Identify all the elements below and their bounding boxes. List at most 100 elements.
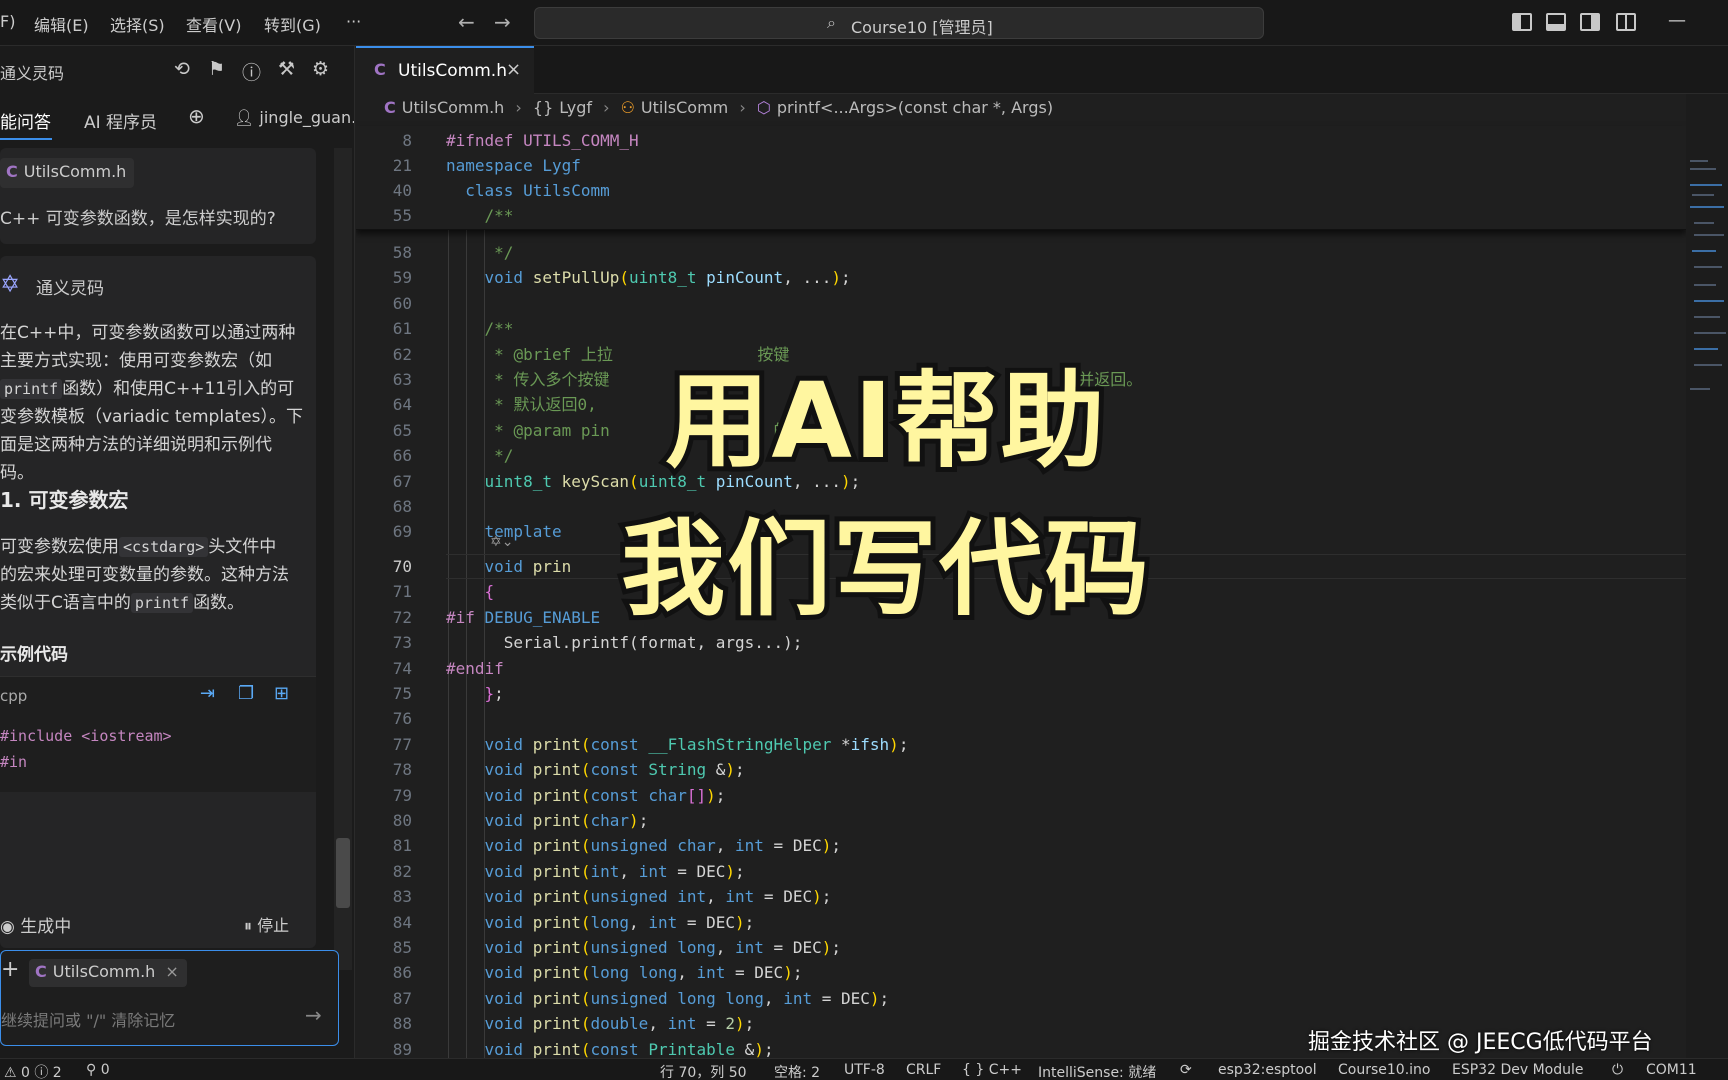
status-sketch[interactable]: Course10.ino bbox=[1338, 1062, 1430, 1078]
code-line[interactable]: 81 void print(unsigned char, int = DEC); bbox=[356, 833, 1686, 858]
code-text: void print(unsigned long long, int = DEC… bbox=[484, 988, 890, 1008]
code-line[interactable]: 79 void print(const char[]); bbox=[356, 783, 1686, 808]
sticky-scroll-header: 8 #ifndef UTILS_COMM_H 21 namespace Lygf 4… bbox=[356, 126, 1686, 230]
status-sync-icon[interactable]: ⟳ bbox=[1180, 1062, 1192, 1078]
status-language[interactable]: { } C++ bbox=[962, 1062, 1022, 1078]
sticky-line[interactable]: 40 class UtilsComm bbox=[356, 178, 1686, 203]
sticky-line[interactable]: 55 /** bbox=[356, 203, 1686, 228]
line-number: 70 bbox=[392, 557, 412, 576]
code-text: #endif bbox=[446, 658, 504, 678]
question-file-chip[interactable]: C UtilsComm.h bbox=[0, 158, 135, 188]
breadcrumb-class[interactable]: UtilsComm bbox=[641, 98, 728, 117]
wrench-icon[interactable]: ⚒ bbox=[278, 58, 295, 80]
code-line[interactable]: 76 bbox=[356, 706, 1686, 731]
minimize-button[interactable]: — bbox=[1668, 10, 1686, 31]
context-file-chip[interactable]: C UtilsComm.h × bbox=[29, 959, 187, 987]
menu-view[interactable]: 查看(V) bbox=[186, 12, 241, 36]
sticky-line[interactable]: 8 #ifndef UTILS_COMM_H bbox=[356, 128, 1686, 153]
minimap-line bbox=[1692, 194, 1714, 196]
toggle-panel-icon[interactable] bbox=[1546, 13, 1566, 31]
toggle-secondary-sidebar-icon[interactable] bbox=[1580, 13, 1600, 31]
code-line[interactable]: 86 void print(long long, int = DEC); bbox=[356, 960, 1686, 985]
tongyi-logo-icon: ✡ bbox=[0, 270, 21, 298]
answer-line: 主要方式实现：使用可变参数宏（如 bbox=[0, 351, 272, 371]
editor-tab-utilscomm[interactable]: C UtilsComm.h × bbox=[356, 46, 534, 94]
overlay-caption-line2: 我们写代码 bbox=[616, 503, 1154, 635]
insert-code-icon[interactable]: ⇥ bbox=[200, 683, 215, 704]
breadcrumb-file[interactable]: UtilsComm.h bbox=[402, 98, 505, 117]
send-icon[interactable]: → bbox=[305, 1003, 322, 1027]
command-center[interactable]: ⌕ Course10 [管理员] bbox=[534, 7, 1264, 39]
forward-arrow-icon[interactable]: → bbox=[494, 10, 511, 34]
line-number: 8 bbox=[402, 131, 412, 150]
status-encoding[interactable]: UTF-8 bbox=[844, 1062, 885, 1078]
code-line[interactable]: 77 void print(const __FlashStringHelper … bbox=[356, 732, 1686, 757]
add-context-icon[interactable]: + bbox=[1, 957, 19, 982]
new-file-icon[interactable]: ⊞ bbox=[274, 683, 289, 704]
status-ports[interactable]: ⚲ 0 bbox=[86, 1062, 110, 1078]
gear-icon[interactable]: ⚙ bbox=[312, 58, 329, 80]
code-line[interactable]: 78 void print(const String &); bbox=[356, 757, 1686, 782]
minimap-line bbox=[1690, 160, 1708, 162]
breadcrumb-method[interactable]: printf<...Args>(const char *, Args) bbox=[777, 98, 1053, 117]
code-line[interactable]: 82 void print(int, int = DEC); bbox=[356, 859, 1686, 884]
minimap[interactable] bbox=[1686, 94, 1728, 1058]
back-arrow-icon[interactable]: ← bbox=[458, 10, 475, 34]
ai-assistant-panel: 通义灵码 ⟲ ⚑ ⓘ ⚒ ⚙ 能问答 AI 程序员 ⊕ 👤︎ jingle_gu… bbox=[0, 46, 355, 1058]
feedback-icon[interactable]: ⚑ bbox=[208, 58, 225, 80]
code-line[interactable]: 60 bbox=[356, 291, 1686, 316]
menu-file[interactable]: F) bbox=[0, 12, 15, 31]
status-port[interactable]: COM11 bbox=[1646, 1062, 1697, 1078]
minimap-line bbox=[1690, 168, 1716, 170]
ai-codelens-icon[interactable]: ✡⌄ bbox=[490, 534, 513, 550]
menu-go[interactable]: 转到(G) bbox=[264, 12, 321, 36]
status-bar: ⚠ 0 ⓘ 2 ⚲ 0 行 70，列 50 空格: 2 UTF-8 CRLF {… bbox=[0, 1058, 1728, 1080]
code-line[interactable]: 85 void print(unsigned long, int = DEC); bbox=[356, 935, 1686, 960]
question-text: C++ 可变参数函数，是怎样实现的? bbox=[0, 209, 276, 229]
menu-selection[interactable]: 选择(S) bbox=[110, 12, 165, 36]
status-problems[interactable]: ⚠ 0 ⓘ 2 bbox=[4, 1062, 62, 1080]
customize-layout-icon[interactable] bbox=[1616, 13, 1636, 31]
answer-line: printf 函数）和使用C++11引入的可 bbox=[0, 374, 294, 399]
code-line[interactable]: 58 */ bbox=[356, 240, 1686, 265]
status-eol[interactable]: CRLF bbox=[906, 1062, 941, 1078]
stop-button[interactable]: ⏸︎ 停止 bbox=[244, 912, 289, 936]
line-number: 77 bbox=[392, 734, 412, 754]
status-intellisense[interactable]: IntelliSense: 就绪 bbox=[1038, 1062, 1156, 1080]
tab-smart-qa[interactable]: 能问答 bbox=[0, 108, 51, 133]
line-number: 65 bbox=[392, 420, 412, 440]
chat-input-placeholder[interactable]: 继续提问或 "/" 清除记忆 bbox=[1, 1007, 175, 1031]
sticky-line[interactable]: 21 namespace Lygf bbox=[356, 153, 1686, 178]
close-icon[interactable]: × bbox=[506, 59, 521, 80]
menu-more[interactable]: ··· bbox=[346, 12, 361, 31]
code-line[interactable]: 59 void setPullUp(uint8_t pinCount, ...)… bbox=[356, 265, 1686, 290]
chat-scrollbar[interactable] bbox=[334, 148, 352, 970]
code-line[interactable]: 80 void print(char); bbox=[356, 808, 1686, 833]
answer-line: 变参数模板（variadic templates）。下 bbox=[0, 407, 303, 427]
breadcrumb-namespace[interactable]: Lygf bbox=[559, 98, 592, 117]
chat-scrollbar-thumb[interactable] bbox=[336, 838, 350, 908]
code-line[interactable]: 84 void print(long, int = DEC); bbox=[356, 910, 1686, 935]
status-indentation[interactable]: 空格: 2 bbox=[774, 1062, 820, 1080]
code-line[interactable]: 74 #endif bbox=[356, 656, 1686, 681]
copy-icon[interactable]: ❐ bbox=[238, 683, 254, 704]
status-board[interactable]: ESP32 Dev Module bbox=[1452, 1062, 1583, 1078]
remove-context-icon[interactable]: × bbox=[165, 962, 178, 981]
status-tool[interactable]: esp32:esptool bbox=[1218, 1062, 1317, 1078]
help-icon[interactable]: ⓘ bbox=[242, 58, 261, 85]
tab-ai-programmer[interactable]: AI 程序员 bbox=[84, 108, 157, 133]
code-text: /** bbox=[446, 319, 514, 339]
answer-line-text: 函数。 bbox=[193, 593, 245, 613]
chat-input-box[interactable]: + C UtilsComm.h × 继续提问或 "/" 清除记忆 → bbox=[0, 950, 339, 1046]
status-cursor-position[interactable]: 行 70，列 50 bbox=[660, 1062, 747, 1080]
minimap-line bbox=[1694, 364, 1722, 366]
code-line[interactable]: 87 void print(unsigned long long, int = … bbox=[356, 986, 1686, 1011]
history-icon[interactable]: ⟲ bbox=[174, 58, 190, 80]
new-chat-icon[interactable]: ⊕ bbox=[188, 104, 205, 128]
user-account[interactable]: 👤︎ jingle_guan... bbox=[234, 108, 354, 127]
code-line[interactable]: 75 }; bbox=[356, 681, 1686, 706]
braces-icon: {} bbox=[532, 98, 554, 117]
code-line[interactable]: 83 void print(unsigned int, int = DEC); bbox=[356, 884, 1686, 909]
toggle-primary-sidebar-icon[interactable] bbox=[1512, 13, 1532, 31]
menu-edit[interactable]: 编辑(E) bbox=[34, 12, 89, 36]
